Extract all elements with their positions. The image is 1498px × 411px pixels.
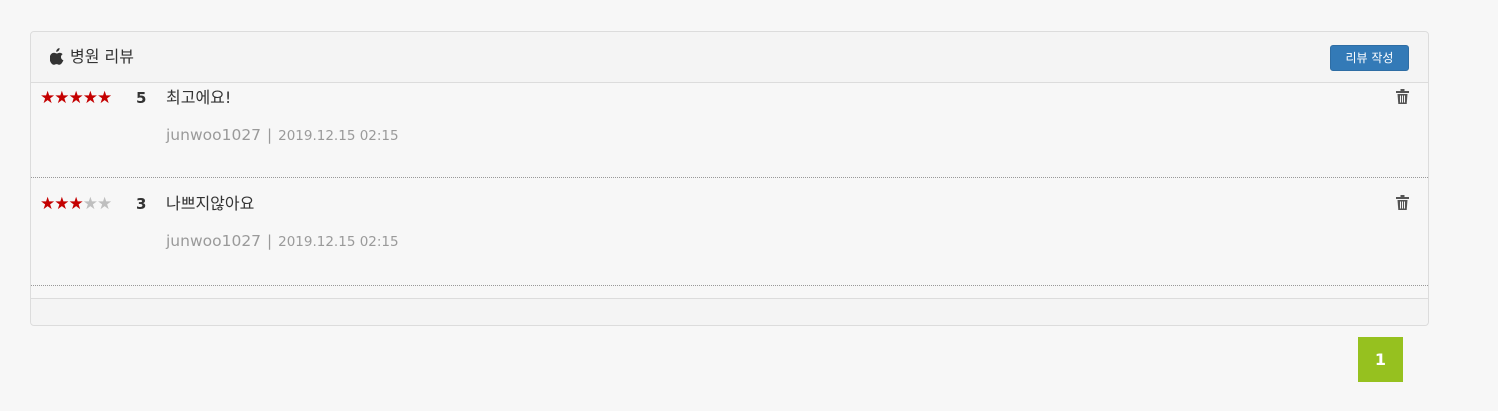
review-meta: junwoo1027 | 2019.12.15 02:15	[166, 125, 399, 146]
review-author: junwoo1027	[166, 232, 262, 250]
review-panel: 병원 리뷰 리뷰 작성 ★★★★★ 5 최고에요! junwoo1027 | 201…	[30, 31, 1429, 326]
review-date: 2019.12.15 02:15	[278, 234, 399, 250]
review-text: 나쁘지않아요	[166, 194, 255, 213]
meta-separator: |	[267, 232, 273, 250]
filled-stars: ★★★	[40, 194, 84, 214]
review-date: 2019.12.15 02:15	[278, 128, 399, 144]
empty-stars: ★★	[82, 194, 113, 214]
review-item: ★★★★★ 3 나쁘지않아요 junwoo1027 | 2019.12.15 02:…	[31, 178, 1428, 286]
review-item: ★★★★★ 5 최고에요! junwoo1027 | 2019.12.15 02:1…	[31, 83, 1428, 178]
rating-score: 5	[136, 89, 147, 107]
panel-header: 병원 리뷰 리뷰 작성	[31, 32, 1428, 83]
panel-title: 병원 리뷰	[70, 47, 134, 66]
star-rating: ★★★★★	[40, 88, 112, 108]
apple-icon	[50, 48, 64, 65]
filled-stars: ★★★★★	[40, 88, 112, 108]
rating-score: 3	[136, 195, 147, 213]
meta-separator: |	[267, 126, 273, 144]
review-text: 최고에요!	[166, 88, 232, 107]
review-author: junwoo1027	[166, 126, 262, 144]
review-meta: junwoo1027 | 2019.12.15 02:15	[166, 231, 399, 252]
trash-icon[interactable]	[1396, 195, 1409, 210]
panel-footer	[31, 298, 1428, 325]
write-review-button[interactable]: 리뷰 작성	[1330, 45, 1409, 71]
trash-icon[interactable]	[1396, 89, 1409, 104]
pagination-page-1[interactable]: 1	[1358, 337, 1403, 382]
star-rating: ★★★★★	[40, 194, 113, 214]
